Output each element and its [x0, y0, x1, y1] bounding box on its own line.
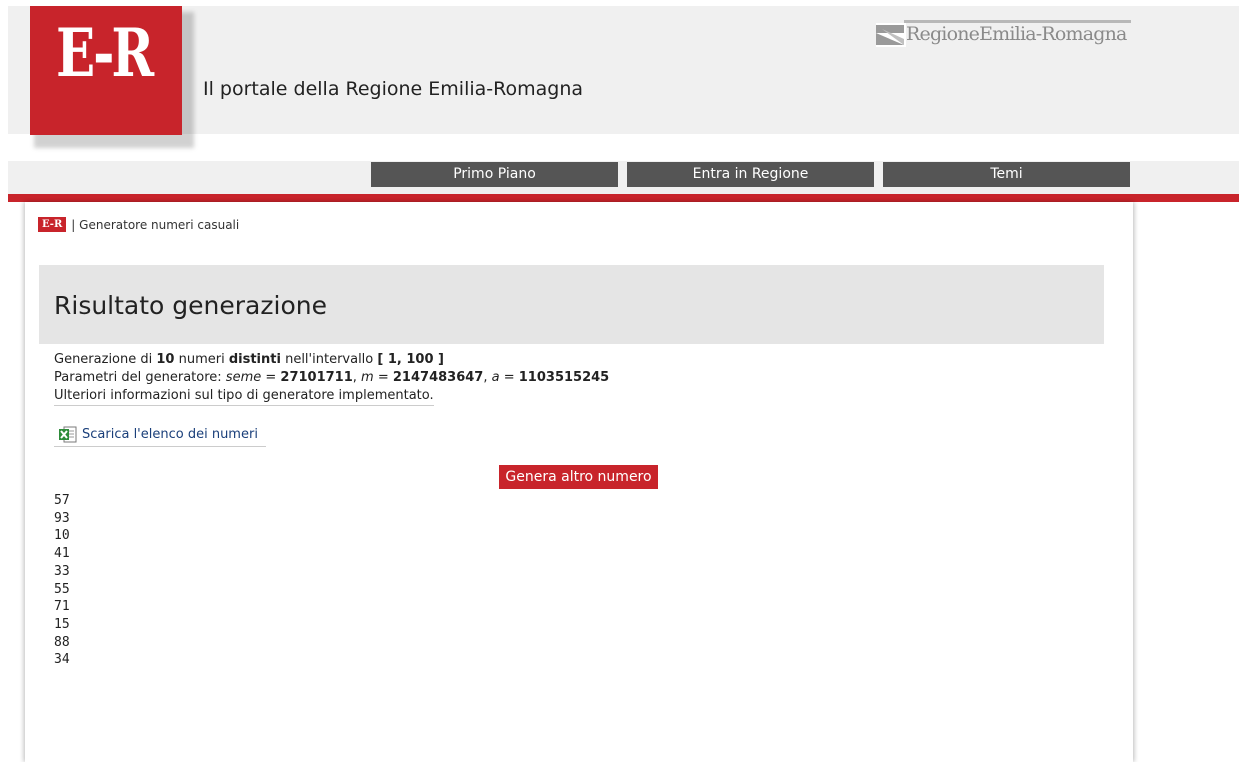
number-item: 88 [54, 634, 70, 650]
number-item: 57 [54, 493, 70, 508]
number-item: 93 [54, 510, 70, 526]
generator-params: Parametri del generatore: seme = 2710171… [54, 369, 609, 387]
params-prefix: Parametri del generatore: [54, 370, 226, 385]
breadcrumb-current: Generatore numeri casuali [79, 217, 240, 232]
numbers-list: 57 93 10 41 33 55 71 15 88 34 [54, 492, 70, 669]
param-eq: = [499, 370, 519, 385]
excel-file-icon [59, 426, 77, 443]
param-m-value: 2147483647 [392, 370, 484, 385]
param-seed-value: 27101711 [280, 370, 353, 385]
number-item: 41 [54, 546, 70, 562]
summary-range: [ 1, 100 ] [377, 352, 444, 367]
number-item: 55 [54, 581, 70, 597]
generate-another-button[interactable]: Genera altro numero [499, 465, 658, 489]
param-sep: , [352, 370, 362, 385]
param-eq: = [373, 370, 393, 385]
param-a-value: 1103515245 [518, 370, 610, 385]
nav-temi[interactable]: Temi [883, 162, 1130, 187]
summary-count: 10 [156, 352, 175, 367]
param-seed-label: seme [225, 370, 262, 385]
download-label: Scarica l'elenco dei numeri [82, 427, 258, 442]
generation-summary: Generazione di 10 numeri distinti nell'i… [54, 351, 609, 369]
brand-text: RegioneEmilia-Romagna [906, 23, 1127, 45]
breadcrumb-separator: | [71, 217, 76, 232]
breadcrumb-home-logo[interactable]: E-R [38, 217, 67, 232]
number-item: 15 [54, 616, 70, 632]
er-logo-text: E-R [56, 14, 154, 92]
er-logo[interactable]: E-R [30, 6, 182, 135]
number-item: 10 [54, 528, 70, 544]
summary-mid1: numeri [174, 352, 229, 367]
summary-mid2: nell'intervallo [280, 352, 378, 367]
param-m-label: m [361, 370, 374, 385]
summary-distinct: distinti [228, 352, 281, 367]
page-title: Risultato generazione [54, 291, 327, 320]
param-a-label: a [491, 370, 500, 385]
generation-info: Generazione di 10 numeri distinti nell'i… [54, 351, 609, 406]
portal-tagline: Il portale della Regione Emilia-Romagna [203, 78, 583, 100]
nav-entra-in-regione[interactable]: Entra in Regione [627, 162, 874, 187]
nav-primo-piano[interactable]: Primo Piano [371, 162, 618, 187]
region-brand[interactable]: RegioneEmilia-Romagna [876, 20, 1136, 60]
summary-prefix: Generazione di [54, 352, 157, 367]
generator-info-link[interactable]: Ulteriori informazioni sul tipo di gener… [54, 388, 434, 406]
param-eq: = [261, 370, 281, 385]
param-sep: , [483, 370, 492, 385]
number-item: 71 [54, 599, 70, 615]
breadcrumb: E-R | Generatore numeri casuali [38, 217, 239, 232]
number-item: 33 [54, 563, 70, 579]
download-numbers-link[interactable]: Scarica l'elenco dei numeri [54, 426, 266, 447]
region-flag-icon [876, 23, 906, 47]
number-item: 34 [54, 652, 70, 668]
red-divider [8, 194, 1239, 202]
